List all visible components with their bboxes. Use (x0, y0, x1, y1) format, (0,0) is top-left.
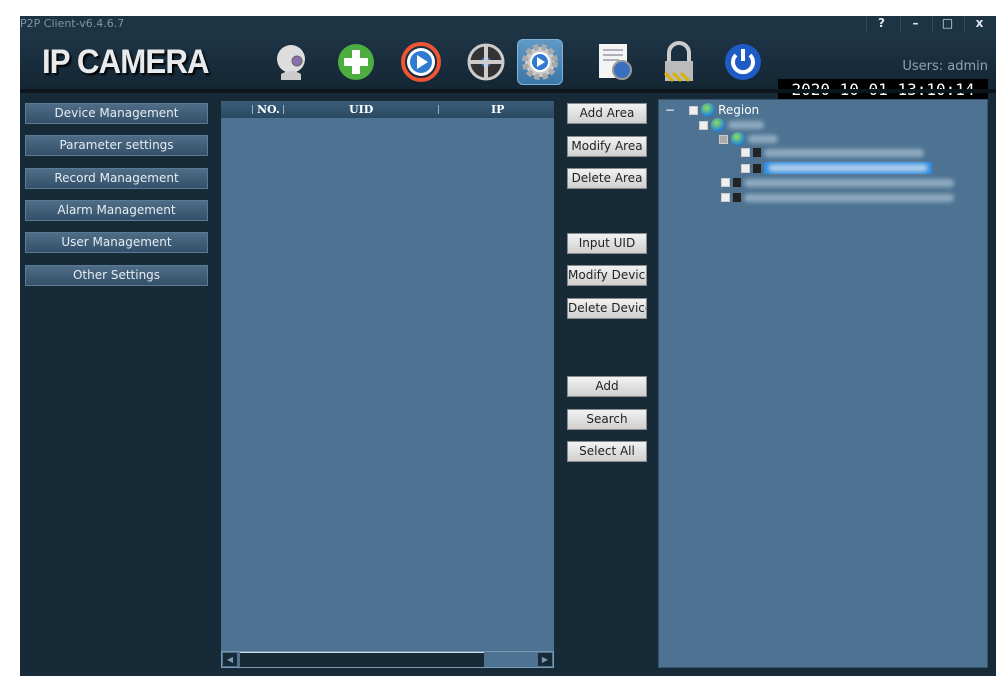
tree-node-label: Region (718, 103, 760, 117)
globe-icon (701, 103, 716, 117)
device-list[interactable]: NO. UID IP ◀ ▶ (221, 101, 554, 668)
tree-node[interactable] (719, 132, 778, 146)
column-ip[interactable]: IP (491, 103, 504, 116)
sidebar-item-alarm-management[interactable]: Alarm Management (25, 200, 208, 221)
playback-icon[interactable] (398, 39, 444, 85)
logo: IP CAMERA (42, 43, 210, 81)
add-area-button[interactable]: Add Area (567, 103, 647, 124)
sidebar-item-device-management[interactable]: Device Management (25, 103, 208, 124)
header: IP CAMERA Users: admin 2020-10-01 13:10:… (20, 33, 996, 101)
tree-node[interactable] (699, 118, 764, 132)
log-icon[interactable] (592, 39, 638, 85)
search-button[interactable]: Search (567, 409, 647, 430)
select-all-button[interactable]: Select All (567, 441, 647, 462)
input-uid-button[interactable]: Input UID (567, 233, 647, 254)
ptz-icon[interactable] (463, 39, 509, 85)
add-icon[interactable] (333, 39, 379, 85)
horizontal-scrollbar[interactable]: ◀ ▶ (221, 651, 554, 668)
minimize-button[interactable]: – (900, 16, 930, 32)
maximize-button[interactable]: □ (932, 16, 962, 32)
sidebar-item-other-settings[interactable]: Other Settings (25, 265, 208, 286)
modify-area-button[interactable]: Modify Area (567, 136, 647, 157)
tree-device[interactable] (721, 178, 954, 187)
power-icon[interactable] (720, 39, 766, 85)
add-button[interactable]: Add (567, 376, 647, 397)
globe-icon (731, 132, 745, 146)
sidebar-item-parameter-settings[interactable]: Parameter settings (25, 135, 208, 156)
checkbox[interactable] (689, 105, 699, 115)
sidebar-item-user-management[interactable]: User Management (25, 232, 208, 253)
list-header: NO. UID IP (221, 101, 554, 118)
tree-device[interactable] (741, 148, 924, 157)
tree-device[interactable] (721, 193, 954, 202)
lock-icon[interactable] (656, 39, 702, 85)
modify-device-button[interactable]: Modify Device (567, 265, 647, 286)
sidebar-item-record-management[interactable]: Record Management (25, 168, 208, 189)
globe-icon (711, 118, 725, 132)
app-window: P2P Client-v6.4.6.7 ? – □ x IP CAMERA Us… (20, 16, 996, 676)
delete-device-button[interactable]: Delete Device (567, 298, 647, 319)
help-button[interactable]: ? (866, 16, 896, 32)
current-user: Users: admin (902, 59, 988, 74)
column-no[interactable]: NO. (257, 103, 280, 116)
tree-device-selected[interactable] (741, 162, 932, 174)
title-bar: P2P Client-v6.4.6.7 ? – □ x (20, 16, 996, 33)
column-uid[interactable]: UID (349, 103, 373, 116)
scroll-left-button[interactable]: ◀ (223, 653, 237, 666)
divider (20, 89, 996, 93)
tree-node-region[interactable]: − Region (665, 103, 759, 117)
camera-icon[interactable] (268, 39, 314, 85)
scroll-thumb[interactable] (240, 652, 484, 667)
region-tree[interactable]: − Region (658, 99, 988, 668)
scroll-right-button[interactable]: ▶ (538, 653, 552, 666)
settings-icon[interactable] (517, 39, 563, 85)
close-button[interactable]: x (964, 16, 994, 32)
window-title: P2P Client-v6.4.6.7 (20, 17, 125, 30)
delete-area-button[interactable]: Delete Area (567, 168, 647, 189)
